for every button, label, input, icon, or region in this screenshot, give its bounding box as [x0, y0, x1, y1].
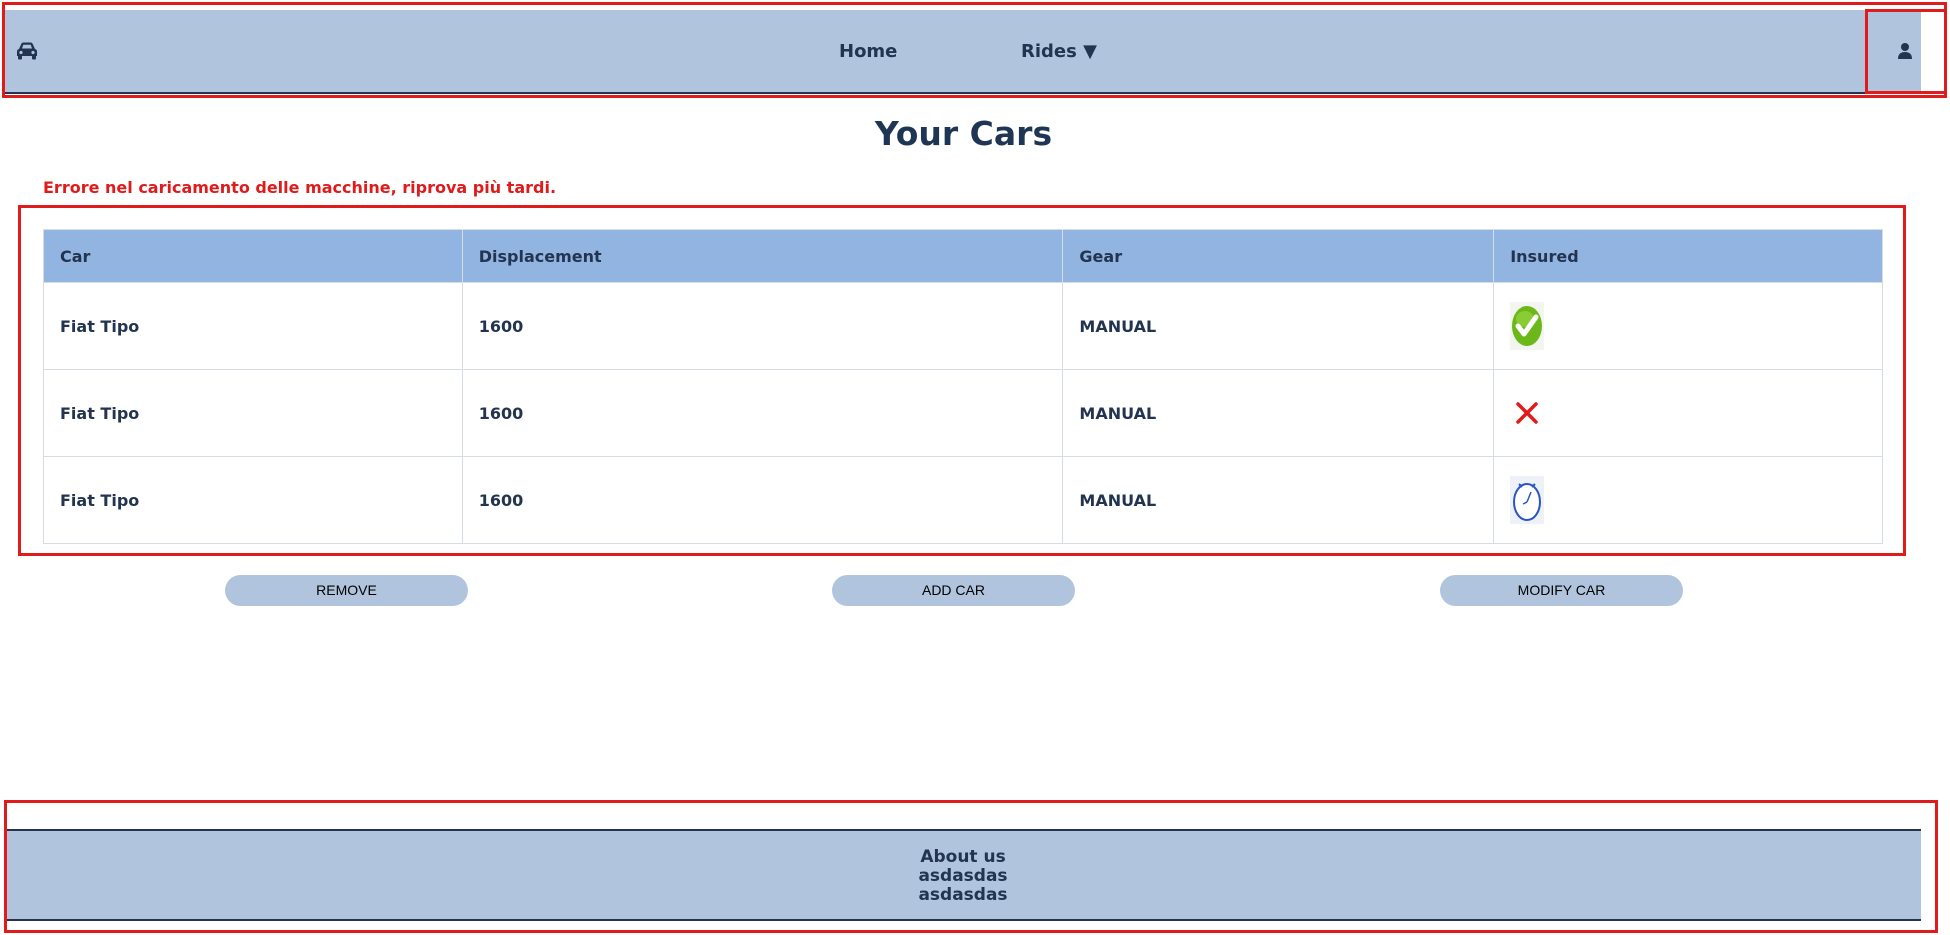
cell-car: Fiat Tipo: [43, 369, 463, 457]
column-header-gear[interactable]: Gear: [1062, 229, 1495, 283]
cell-displacement: 1600: [461, 456, 1064, 544]
cell-displacement: 1600: [461, 369, 1064, 457]
footer: About us asdasdas asdasdas: [5, 829, 1921, 921]
cell-gear: MANUAL: [1062, 456, 1495, 544]
cell-insured: [1493, 282, 1883, 370]
nav-rides-dropdown[interactable]: Rides ▼: [1021, 41, 1097, 62]
footer-line: asdasdas: [918, 866, 1008, 886]
green-check-icon: [1510, 302, 1545, 350]
page-title: Your Cars: [874, 114, 1053, 153]
footer-about-us[interactable]: About us: [5, 848, 1921, 867]
table-header-row: Car Displacement Gear Insured: [43, 229, 1883, 283]
cell-insured: [1493, 369, 1883, 457]
table-row[interactable]: Fiat Tipo 1600 MANUAL: [43, 282, 1883, 370]
top-navbar: Home Rides ▼: [5, 10, 1921, 94]
cell-car: Fiat Tipo: [43, 282, 463, 370]
column-header-car[interactable]: Car: [43, 229, 463, 283]
cell-gear: MANUAL: [1062, 369, 1495, 457]
error-message: Errore nel caricamento delle macchine, r…: [43, 178, 557, 197]
column-header-displacement[interactable]: Displacement: [461, 229, 1064, 283]
user-icon[interactable]: [1897, 42, 1913, 60]
cell-displacement: 1600: [461, 282, 1064, 370]
cell-gear: MANUAL: [1062, 282, 1495, 370]
remove-button[interactable]: REMOVE: [225, 575, 468, 606]
cars-table: Car Displacement Gear Insured Fiat Tipo …: [43, 229, 1883, 544]
cell-insured: [1493, 456, 1883, 544]
cell-car: Fiat Tipo: [43, 456, 463, 544]
car-icon[interactable]: [14, 41, 40, 61]
nav-home-link[interactable]: Home: [839, 41, 897, 62]
page: Home Rides ▼ Your Cars Errore nel carica…: [0, 0, 1950, 935]
column-header-insured[interactable]: Insured: [1493, 229, 1883, 283]
pending-clock-icon: [1510, 476, 1545, 524]
add-car-button[interactable]: ADD CAR: [832, 575, 1075, 606]
table-row[interactable]: Fiat Tipo 1600 MANUAL: [43, 456, 1883, 544]
modify-car-button[interactable]: MODIFY CAR: [1440, 575, 1683, 606]
red-x-icon: [1516, 402, 1538, 424]
footer-line: asdasdas: [918, 885, 1008, 905]
table-row[interactable]: Fiat Tipo 1600 MANUAL: [43, 369, 1883, 457]
